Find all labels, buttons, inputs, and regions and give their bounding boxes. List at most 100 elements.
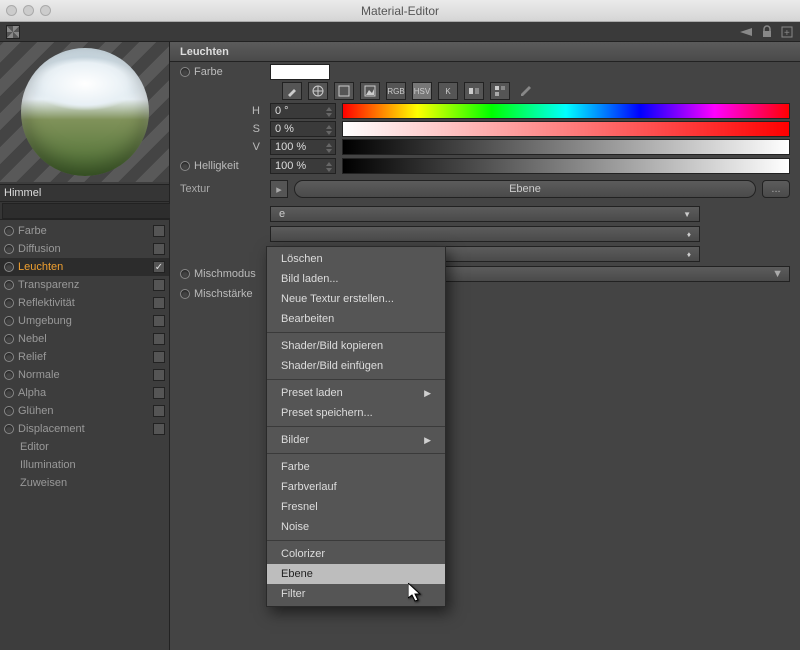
channel-label: Glühen — [18, 405, 53, 417]
menu-item-label: Bearbeiten — [281, 313, 334, 325]
saturation-slider[interactable] — [342, 121, 790, 137]
color-wheel-icon[interactable] — [308, 82, 328, 100]
channel-checkbox[interactable] — [153, 351, 165, 363]
subchannel-zuweisen[interactable]: Zuweisen — [0, 474, 169, 492]
stepper-icon: ♦ — [687, 230, 691, 239]
channel-checkbox[interactable] — [153, 297, 165, 309]
channel-checkbox[interactable] — [153, 333, 165, 345]
menu-item-shader-bild-einf-gen[interactable]: Shader/Bild einfügen — [267, 356, 445, 376]
channel-list: Farbe DiffusionLeuchten✓TransparenzReflek… — [0, 220, 169, 492]
v-value-input[interactable]: 100 % — [270, 139, 336, 155]
channel-bullet-icon — [4, 316, 14, 326]
image-picker-icon[interactable] — [360, 82, 380, 100]
channel-label: Farbe — [18, 225, 47, 237]
channel-farbe[interactable]: Farbe — [0, 222, 169, 240]
menu-item-label: Colorizer — [281, 548, 325, 560]
channel-bullet-icon — [4, 298, 14, 308]
menu-item-l-schen[interactable]: Löschen — [267, 249, 445, 269]
eyedropper-icon[interactable] — [282, 82, 302, 100]
mixer-icon[interactable] — [464, 82, 484, 100]
menu-item-shader-bild-kopieren[interactable]: Shader/Bild kopieren — [267, 336, 445, 356]
s-value-input[interactable]: 0 % — [270, 121, 336, 137]
channel-checkbox[interactable] — [153, 423, 165, 435]
channel-umgebung[interactable]: Umgebung — [0, 312, 169, 330]
material-chip-icon[interactable] — [6, 25, 20, 39]
channel-bullet-icon — [4, 352, 14, 362]
menu-item-neue-textur-erstellen-[interactable]: Neue Textur erstellen... — [267, 289, 445, 309]
menu-item-fresnel[interactable]: Fresnel — [267, 497, 445, 517]
pencil-icon[interactable] — [516, 82, 536, 100]
h-value-input[interactable]: 0 ° — [270, 103, 336, 119]
menu-item-label: Ebene — [281, 568, 313, 580]
menu-item-bearbeiten[interactable]: Bearbeiten — [267, 309, 445, 329]
textur-menu-trigger[interactable]: ▸ — [270, 180, 288, 198]
channel-bullet-icon — [4, 334, 14, 344]
v-label: V — [180, 141, 270, 153]
menu-item-farbverlauf[interactable]: Farbverlauf — [267, 477, 445, 497]
channel-checkbox[interactable] — [153, 369, 165, 381]
channel-alpha[interactable]: Alpha — [0, 384, 169, 402]
channel-diffusion[interactable]: Diffusion — [0, 240, 169, 258]
brightness-value-input[interactable]: 100 % — [270, 158, 336, 174]
channel-glühen[interactable]: Glühen — [0, 402, 169, 420]
brightness-slider[interactable] — [342, 158, 790, 174]
submenu-arrow-icon: ▶ — [424, 435, 431, 446]
back-arrow-icon[interactable] — [736, 26, 754, 38]
spectrum-icon[interactable] — [334, 82, 354, 100]
lock-icon[interactable] — [760, 25, 774, 39]
channel-checkbox[interactable] — [153, 387, 165, 399]
menu-item-label: Bild laden... — [281, 273, 338, 285]
menu-item-bilder[interactable]: Bilder▶ — [267, 430, 445, 450]
channel-checkbox[interactable] — [153, 279, 165, 291]
channel-relief[interactable]: Relief — [0, 348, 169, 366]
hidden-combo-1[interactable]: e ▼ — [270, 206, 700, 222]
channel-transparenz[interactable]: Transparenz — [0, 276, 169, 294]
menu-item-ebene[interactable]: Ebene — [267, 564, 445, 584]
subchannel-label: Zuweisen — [20, 477, 67, 489]
menu-item-farbe[interactable]: Farbe — [267, 457, 445, 477]
channel-reflektivität[interactable]: Reflektivität — [0, 294, 169, 312]
channel-label: Umgebung — [18, 315, 72, 327]
menu-item-bild-laden-[interactable]: Bild laden... — [267, 269, 445, 289]
channel-label: Displacement — [18, 423, 85, 435]
material-preview[interactable] — [0, 42, 169, 182]
textur-browse-button[interactable]: ... — [762, 180, 790, 198]
menu-item-label: Shader/Bild kopieren — [281, 340, 383, 352]
subchannel-editor[interactable]: Editor — [0, 438, 169, 456]
color-swatch[interactable] — [270, 64, 330, 80]
hidden-numeric-1[interactable]: ♦ — [270, 226, 700, 242]
subchannel-label: Editor — [20, 441, 49, 453]
channel-checkbox[interactable] — [153, 315, 165, 327]
value-slider[interactable] — [342, 139, 790, 155]
channel-leuchten[interactable]: Leuchten✓ — [0, 258, 169, 276]
channel-bullet-icon — [4, 424, 14, 434]
channel-label: Relief — [18, 351, 46, 363]
menu-item-filter[interactable]: Filter — [267, 584, 445, 604]
menu-item-label: Preset speichern... — [281, 407, 373, 419]
menu-item-colorizer[interactable]: Colorizer — [267, 544, 445, 564]
expand-icon[interactable]: + — [780, 25, 794, 39]
channel-checkbox[interactable]: ✓ — [153, 261, 165, 273]
channel-checkbox[interactable] — [153, 225, 165, 237]
menu-item-preset-speichern-[interactable]: Preset speichern... — [267, 403, 445, 423]
channel-displacement[interactable]: Displacement — [0, 420, 169, 438]
hsv-mode-button[interactable]: HSV — [412, 82, 432, 100]
channel-nebel[interactable]: Nebel — [0, 330, 169, 348]
menu-item-noise[interactable]: Noise — [267, 517, 445, 537]
textur-label: Textur — [180, 183, 210, 195]
menu-item-preset-laden[interactable]: Preset laden▶ — [267, 383, 445, 403]
textur-context-menu[interactable]: Löschen Bild laden... Neue Textur erstelle… — [266, 246, 446, 607]
swatches-icon[interactable] — [490, 82, 510, 100]
material-name-field[interactable]: Himmel — [0, 184, 169, 202]
search-input[interactable] — [2, 203, 185, 219]
channel-checkbox[interactable] — [153, 243, 165, 255]
editor-toolbar: + — [0, 22, 800, 42]
channel-checkbox[interactable] — [153, 405, 165, 417]
subchannel-illumination[interactable]: Illumination — [0, 456, 169, 474]
kelvin-mode-button[interactable]: K — [438, 82, 458, 100]
chevron-down-icon: ▼ — [772, 268, 783, 280]
hue-slider[interactable] — [342, 103, 790, 119]
rgb-mode-button[interactable]: RGB — [386, 82, 406, 100]
textur-button[interactable]: Ebene — [294, 180, 756, 198]
channel-normale[interactable]: Normale — [0, 366, 169, 384]
